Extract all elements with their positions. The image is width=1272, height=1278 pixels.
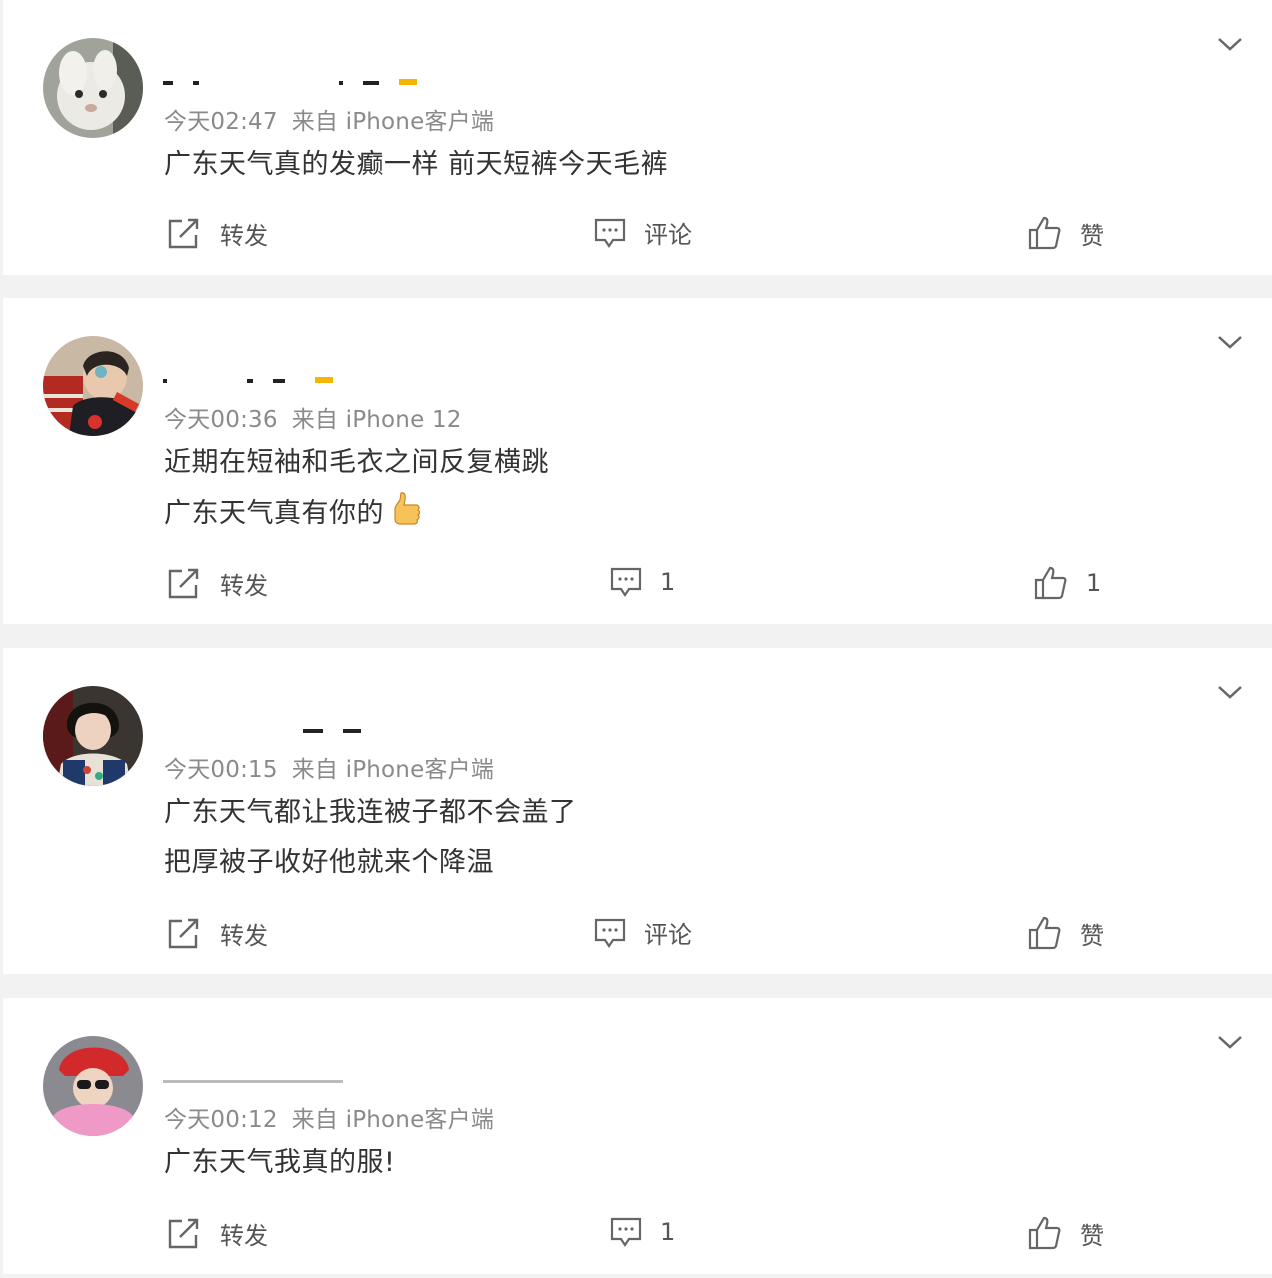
post-time: 今天00:12 [164,1107,278,1133]
post-text: 把厚被子收好他就来个降温 [164,847,494,878]
share-icon [168,218,199,249]
post-meta: 今天00:12 来自 iPhone客户端 [164,1100,494,1134]
like-count: 1 [1086,569,1102,597]
repost-label: 转发 [220,571,268,600]
repost-button[interactable]: 转发 [166,1215,268,1251]
chevron-down-icon[interactable] [1216,328,1244,356]
like-label: 赞 [1080,221,1104,250]
post-text: 广东天气我真的服! [164,1147,396,1178]
share-icon [168,918,199,949]
post-text: 广东天气真有你的 [164,498,384,529]
username-masked[interactable] [163,368,463,384]
comment-label: 评论 [644,921,692,949]
repost-button[interactable]: 转发 [166,215,268,251]
post-time: 今天00:36 [164,407,278,433]
post-meta: 今天00:36 来自 iPhone 12 [164,400,462,434]
comment-icon [594,918,626,948]
comment-button[interactable]: 评论 [594,915,692,950]
post-text: 近期在短袖和毛衣之间反复横跳 [164,447,549,478]
share-icon [168,568,199,599]
post-card: 今天00:15 来自 iPhone客户端 广东天气都让我连被子都不会盖了 把厚被子… [3,648,1272,974]
like-button[interactable]: 赞 [1028,1215,1104,1251]
repost-button[interactable]: 转发 [166,915,268,951]
like-button[interactable]: 赞 [1028,915,1104,951]
comment-icon [594,218,626,248]
repost-label: 转发 [220,921,268,950]
post-text: 广东天气真的发癫一样 前天短裤今天毛裤 [164,149,669,180]
thumbs-up-emoji [390,490,422,535]
repost-label: 转发 [220,221,268,250]
like-label: 赞 [1080,921,1104,950]
like-button[interactable]: 1 [1034,565,1101,601]
post-time: 今天00:15 [164,757,278,783]
comment-count: 1 [660,1218,676,1246]
post-source: 来自 iPhone 12 [291,407,462,433]
comment-icon [610,567,642,597]
comment-label: 评论 [644,221,692,249]
chevron-down-icon[interactable] [1216,1028,1244,1056]
post-source: 来自 iPhone客户端 [291,1107,495,1133]
post-meta: 今天00:15 来自 iPhone客户端 [164,750,494,784]
post-time: 今天02:47 [164,109,278,135]
chevron-down-icon[interactable] [1216,678,1244,706]
username-masked[interactable] [163,70,463,86]
comment-feed: 今天02:47 来自 iPhone客户端 广东天气真的发癫一样 前天短裤今天毛裤 … [0,0,1272,1278]
thumbs-up-icon [1028,916,1061,950]
avatar[interactable] [43,38,143,138]
avatar[interactable] [43,1036,143,1136]
avatar[interactable] [43,336,143,436]
comment-button[interactable]: 1 [610,565,675,599]
thumbs-up-icon [1028,216,1061,250]
post-card: 今天00:12 来自 iPhone客户端 广东天气我真的服! 转发 1 赞 [3,998,1272,1274]
thumbs-up-icon [1028,1216,1061,1250]
username-masked[interactable] [163,1068,463,1084]
avatar[interactable] [43,686,143,786]
comment-count: 1 [660,568,676,596]
repost-button[interactable]: 转发 [166,565,268,601]
post-text-line-2: 广东天气真有你的 [164,490,422,535]
post-source: 来自 iPhone客户端 [291,757,495,783]
chevron-down-icon[interactable] [1216,30,1244,58]
comment-button[interactable]: 1 [610,1215,675,1249]
like-button[interactable]: 赞 [1028,215,1104,251]
post-card: 今天00:36 来自 iPhone 12 近期在短袖和毛衣之间反复横跳 广东天气真… [3,298,1272,624]
username-masked[interactable] [163,718,463,734]
comment-icon [610,1217,642,1247]
post-source: 来自 iPhone客户端 [291,109,495,135]
post-meta: 今天02:47 来自 iPhone客户端 [164,102,494,136]
repost-label: 转发 [220,1221,268,1250]
post-text: 广东天气都让我连被子都不会盖了 [164,797,577,828]
share-icon [168,1218,199,1249]
thumbs-up-icon [1034,566,1067,600]
comment-button[interactable]: 评论 [594,215,692,250]
post-card: 今天02:47 来自 iPhone客户端 广东天气真的发癫一样 前天短裤今天毛裤 … [3,0,1272,275]
like-label: 赞 [1080,1221,1104,1250]
